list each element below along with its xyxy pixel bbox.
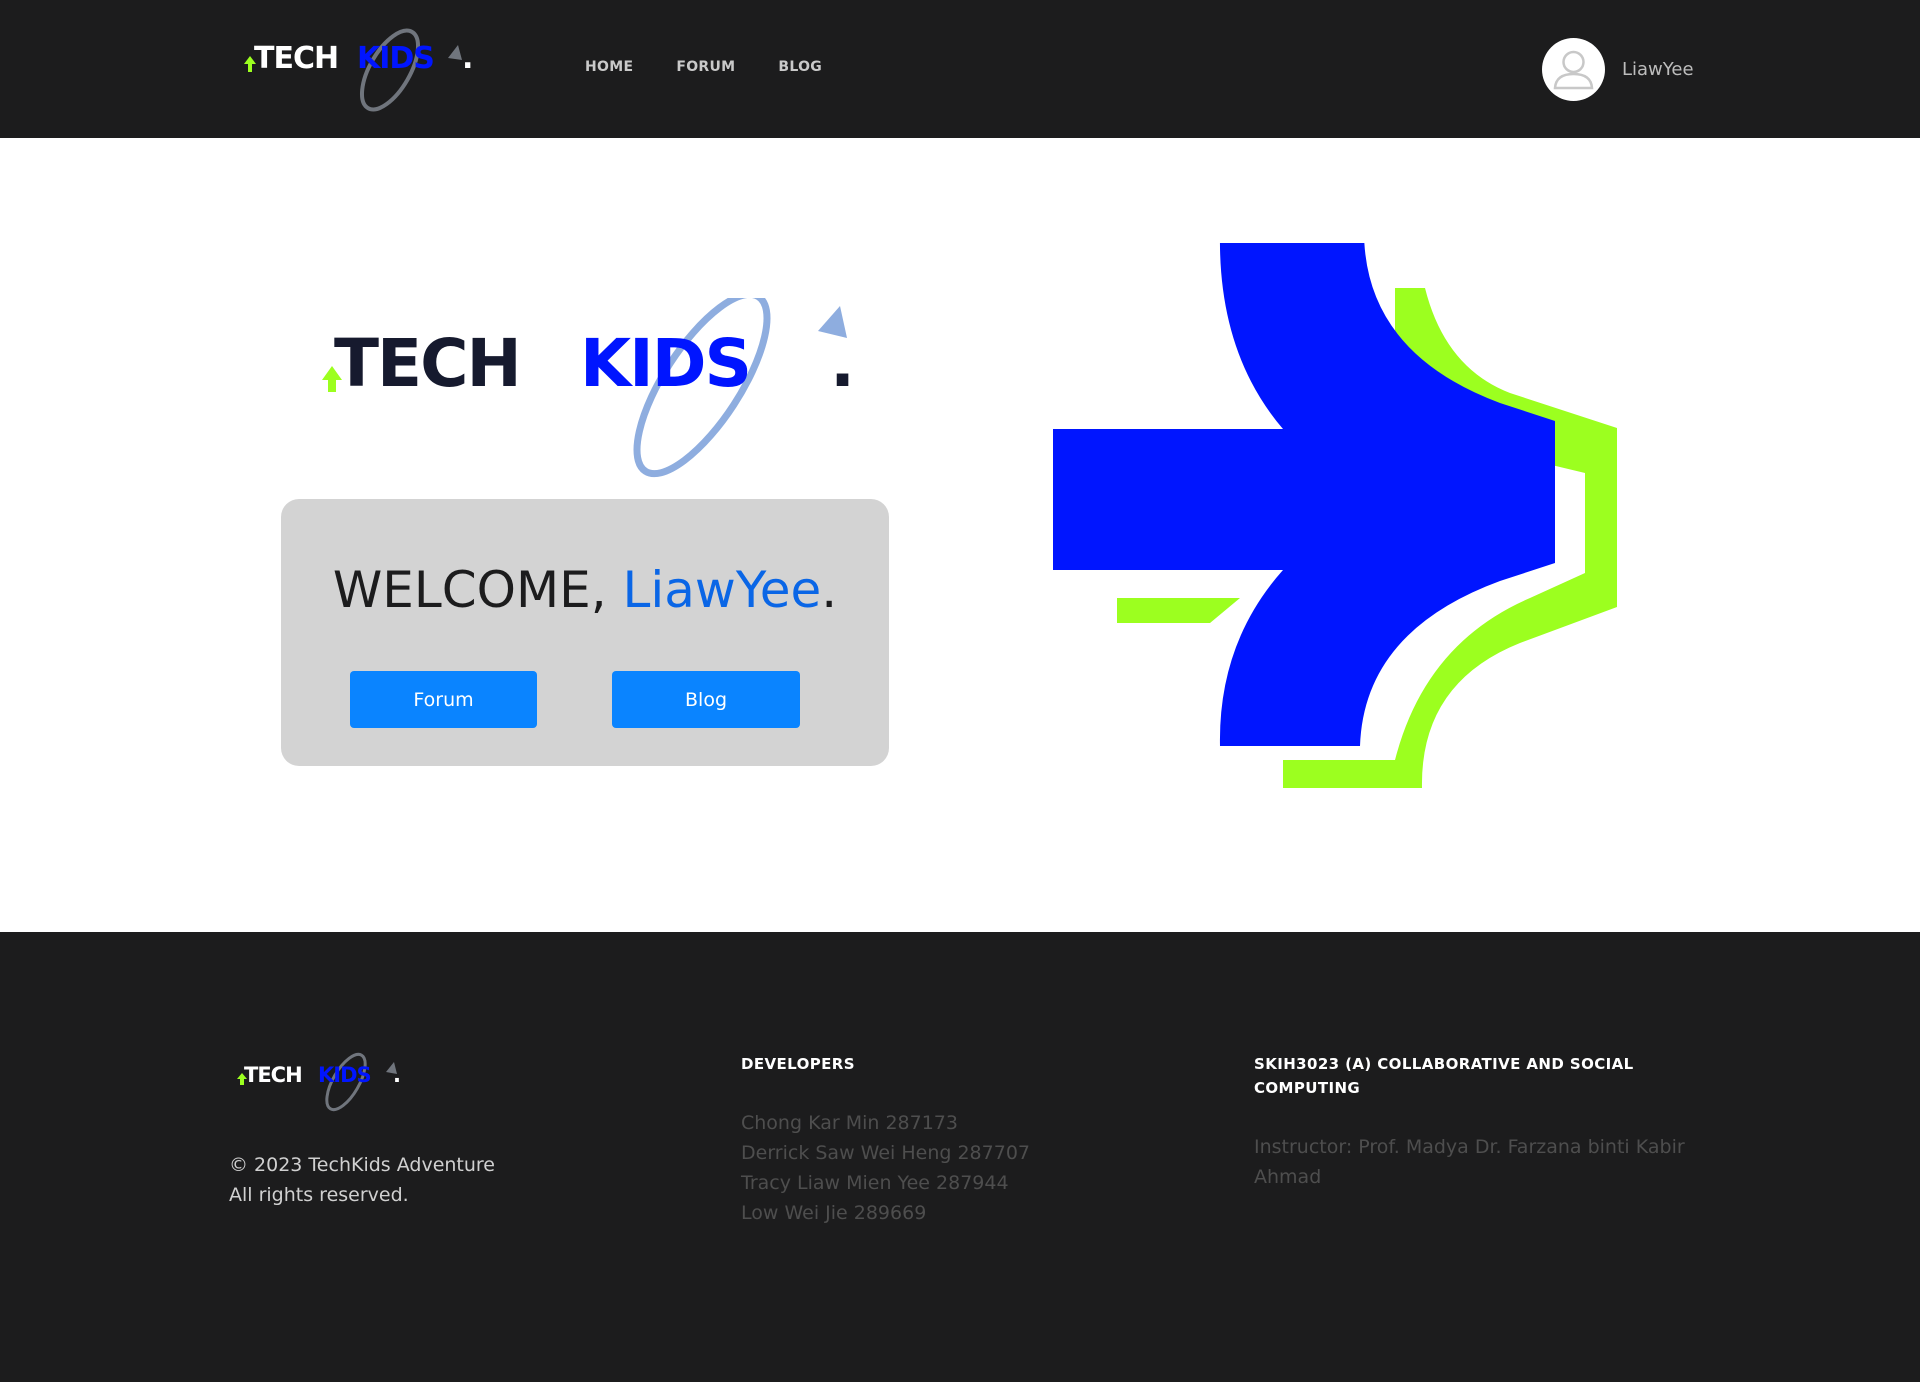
- footer-logo-kids: KIDS: [318, 1063, 371, 1087]
- welcome-suffix: .: [821, 561, 838, 619]
- nav-blog[interactable]: BLOG: [778, 59, 822, 75]
- welcome-heading: WELCOME, LiawYee.: [281, 561, 889, 619]
- nav-home[interactable]: HOME: [585, 59, 633, 75]
- hero-logo-dot: .: [830, 325, 855, 402]
- developers-list: Chong Kar Min 287173 Derrick Saw Wei Hen…: [741, 1108, 1030, 1228]
- main-nav: HOME FORUM BLOG: [585, 59, 822, 75]
- hero-logo-kids: KIDS: [580, 325, 750, 402]
- welcome-username: LiawYee: [622, 561, 822, 619]
- hero-section: TECH KIDS . WELCOME, LiawYee. Forum Blog: [0, 138, 1920, 932]
- course-title: SKIH3023 (A) COLLABORATIVE AND SOCIAL CO…: [1254, 1055, 1634, 1097]
- copyright-line-2: All rights reserved.: [229, 1184, 409, 1206]
- welcome-card: WELCOME, LiawYee. Forum Blog: [281, 499, 889, 766]
- copyright: © 2023 TechKids Adventure All rights res…: [229, 1150, 495, 1210]
- site-header: TECH KIDS . HOME FORUM BLOG LiawYee: [0, 0, 1920, 138]
- logo-orbit-arrow: [448, 45, 462, 60]
- list-item: Chong Kar Min 287173: [741, 1112, 958, 1134]
- copyright-line-1: © 2023 TechKids Adventure: [229, 1154, 495, 1176]
- footer-logo-dot: .: [393, 1063, 401, 1087]
- hero-logo: TECH KIDS .: [322, 298, 855, 478]
- user-avatar-icon[interactable]: [1542, 38, 1605, 101]
- user-name[interactable]: LiawYee: [1622, 59, 1694, 80]
- instructor: Instructor: Prof. Madya Dr. Farzana bint…: [1254, 1136, 1685, 1188]
- logo-kids: KIDS: [357, 41, 434, 76]
- developers-title: DEVELOPERS: [741, 1055, 855, 1073]
- site-footer: TECH KIDS . © 2023 TechKids Adventure Al…: [0, 932, 1920, 1382]
- footer-logo-tech: TECH: [244, 1063, 302, 1087]
- arrow-right-icon: [1053, 243, 1617, 788]
- hero-logo-tech: TECH: [334, 325, 520, 402]
- footer-logo[interactable]: TECH KIDS .: [236, 1052, 416, 1117]
- logo-dot: .: [462, 41, 473, 76]
- list-item: Tracy Liaw Mien Yee 287944: [741, 1172, 1009, 1194]
- arrow-main-shape: [1053, 243, 1555, 746]
- forum-button[interactable]: Forum: [350, 671, 537, 728]
- user-menu[interactable]: LiawYee: [1542, 38, 1694, 101]
- nav-forum[interactable]: FORUM: [676, 59, 735, 75]
- logo-tech: TECH: [254, 41, 338, 76]
- list-item: Derrick Saw Wei Heng 287707: [741, 1142, 1030, 1164]
- header-logo[interactable]: TECH KIDS .: [240, 28, 480, 118]
- list-item: Low Wei Jie 289669: [741, 1202, 927, 1224]
- blog-button[interactable]: Blog: [612, 671, 800, 728]
- welcome-prefix: WELCOME,: [332, 561, 623, 619]
